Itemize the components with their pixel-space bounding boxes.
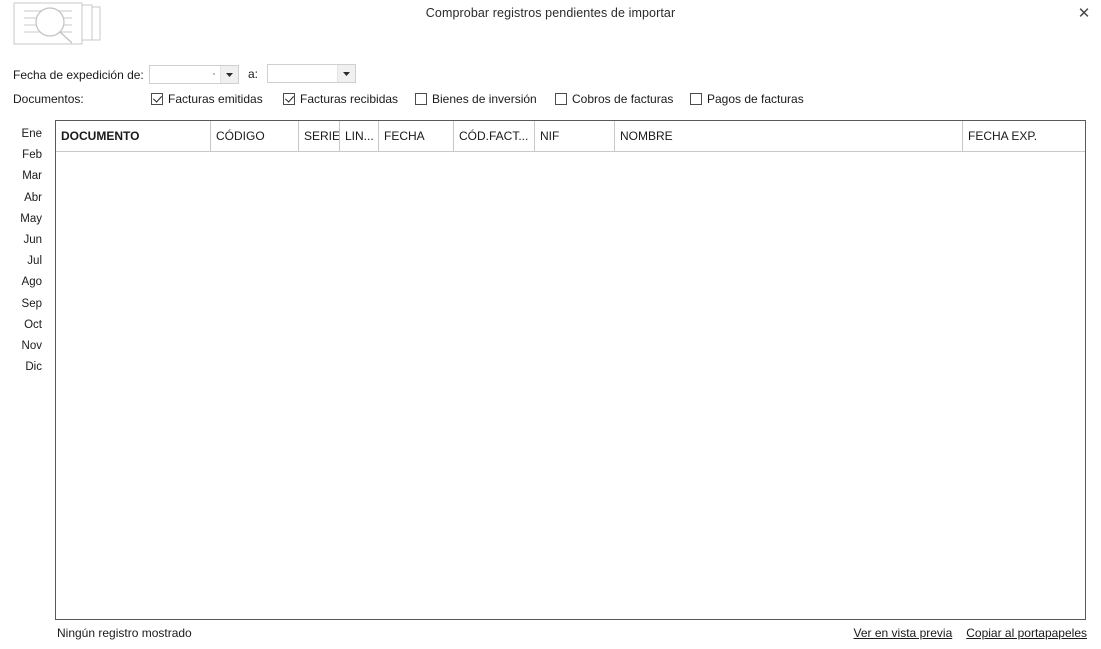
checkmark-icon[interactable] [151,93,163,105]
date-to-combo[interactable] [267,64,356,83]
grid-column-header[interactable]: CÓD.FACT... [454,121,535,151]
checkbox-label: Cobros de facturas [572,92,674,106]
month-sidebar: Ene Feb Mar Abr May Jun Jul Ago Sep Oct Nov Dic [0,124,45,378]
month-item-abr[interactable]: Abr [0,188,45,209]
month-item-nov[interactable]: Nov [0,336,45,357]
month-item-oct[interactable]: Oct [0,315,45,336]
window-title: Comprobar registros pendientes de import… [425,6,676,20]
grid-body[interactable] [56,152,1085,619]
checkbox-facturas-recibidas[interactable]: Facturas recibidas [283,92,398,106]
checkmark-icon[interactable] [283,93,295,105]
checkbox-box[interactable] [555,93,567,105]
date-from-input[interactable] [150,66,220,83]
grid-column-header[interactable]: SERIE [299,121,340,151]
month-item-mar[interactable]: Mar [0,166,45,187]
grid-column-header[interactable]: NOMBRE [615,121,963,151]
records-grid: DOCUMENTO CÓDIGO SERIE LIN... FECHA CÓD.FACT.… [55,120,1086,620]
grid-column-header[interactable]: FECHA [379,121,454,151]
preview-link[interactable]: Ver en vista previa [854,626,953,640]
copy-clipboard-link[interactable]: Copiar al portapapeles [966,626,1087,640]
chevron-down-icon[interactable] [220,66,238,83]
month-item-feb[interactable]: Feb [0,145,45,166]
checkbox-box[interactable] [690,93,702,105]
checkbox-label: Facturas emitidas [168,92,263,106]
close-icon[interactable]: ✕ [1071,0,1097,26]
date-from-combo[interactable] [149,65,239,84]
date-range-label: Fecha de expedición de: [13,68,144,82]
grid-column-header[interactable]: LIN... [340,121,379,151]
footer-links: Ver en vista previa Copiar al portapapel… [854,626,1087,640]
grid-column-header[interactable]: CÓDIGO [211,121,299,151]
date-from-caret [213,73,215,75]
grid-column-header[interactable]: NIF [535,121,615,151]
checkbox-cobros-de-facturas[interactable]: Cobros de facturas [555,92,673,106]
month-item-jun[interactable]: Jun [0,230,45,251]
month-item-ene[interactable]: Ene [0,124,45,145]
month-item-ago[interactable]: Ago [0,272,45,293]
date-to-label: a: [248,67,259,81]
checkbox-pagos-de-facturas[interactable]: Pagos de facturas [690,92,804,106]
checkbox-label: Pagos de facturas [707,92,804,106]
checkbox-facturas-emitidas[interactable]: Facturas emitidas [151,92,263,106]
date-to-input[interactable] [268,65,337,82]
grid-column-header[interactable]: DOCUMENTO [56,121,211,151]
checkbox-box[interactable] [415,93,427,105]
documents-label: Documentos: [13,92,84,106]
grid-header-row: DOCUMENTO CÓDIGO SERIE LIN... FECHA CÓD.FACT.… [56,121,1085,152]
status-text: Ningún registro mostrado [57,626,192,640]
month-item-dic[interactable]: Dic [0,357,45,378]
month-item-jul[interactable]: Jul [0,251,45,272]
checkbox-label: Bienes de inversión [432,92,537,106]
checkbox-label: Facturas recibidas [300,92,399,106]
month-item-sep[interactable]: Sep [0,294,45,315]
title-bar: Comprobar registros pendientes de import… [0,0,1101,56]
month-item-may[interactable]: May [0,209,45,230]
checkbox-bienes-de-inversion[interactable]: Bienes de inversión [415,92,537,106]
grid-column-header[interactable]: FECHA EXP. [963,121,1083,151]
chevron-down-icon[interactable] [337,65,355,82]
